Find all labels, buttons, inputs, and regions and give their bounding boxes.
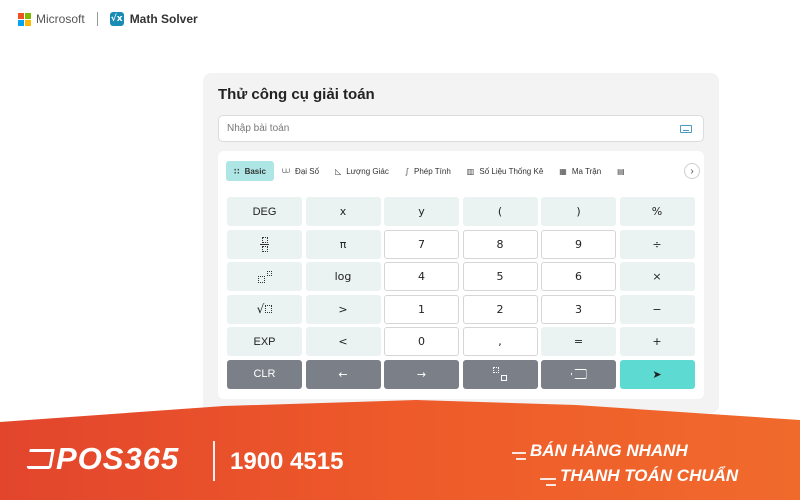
keypad-grid: DEG x y ( ) % π 7 8 9 ÷ log 4 5 6 × √ > … [227, 197, 695, 389]
select-icon [493, 367, 507, 381]
tab-label: Basic [244, 166, 266, 176]
tab-matrix[interactable]: ▦ Ma Trận [551, 161, 609, 181]
key-equals[interactable]: = [541, 327, 616, 356]
arrow-right-icon: → [416, 367, 427, 381]
tab-label: Số Liệu Thống Kê [479, 166, 544, 176]
key-left-paren[interactable]: ( [462, 197, 538, 226]
key-select[interactable] [462, 359, 538, 389]
key-3[interactable]: 3 [541, 294, 616, 324]
tab-label: Đại Số [295, 166, 320, 176]
speed-line [512, 452, 526, 454]
speed-line [540, 478, 556, 480]
fraction-icon [260, 236, 269, 252]
algebra-icon: ⩊ [281, 166, 291, 175]
key-clear[interactable]: CLR [227, 359, 302, 389]
tab-statistics[interactable]: ▥ Số Liệu Thống Kê [459, 161, 551, 181]
category-tabs: ∷ Basic ⩊ Đại Số ◺ Lượng Giác ∫ Phép Tín… [226, 160, 686, 182]
pos365-logo: POS365 [28, 441, 179, 477]
tab-trigonometry[interactable]: ◺ Lượng Giác [327, 161, 397, 181]
cart-icon [28, 447, 54, 471]
tab-calculus[interactable]: ∫ Phép Tính [397, 161, 459, 181]
header-divider [96, 12, 98, 26]
banner-slogan-line2: THANH TOÁN CHUẨN [560, 466, 739, 485]
key-multiply[interactable]: × [619, 262, 695, 291]
banner-divider [213, 441, 215, 481]
math-solver-icon[interactable]: √x [109, 12, 124, 26]
key-0[interactable]: 0 [384, 327, 459, 356]
tab-algebra[interactable]: ⩊ Đại Số [274, 161, 327, 181]
matrix-icon: ▦ [559, 166, 567, 176]
key-right-paren[interactable]: ) [541, 197, 616, 226]
top-header: Microsoft √x Math Solver [18, 9, 198, 29]
key-comma[interactable]: , [462, 327, 538, 356]
calculus-icon: ∫ [404, 166, 410, 176]
key-divide[interactable]: ÷ [619, 229, 695, 259]
sqrt-icon: √ [257, 302, 273, 316]
banner-hotline: 1900 4515 [230, 448, 344, 475]
key-submit[interactable]: ➤ [619, 359, 695, 389]
key-power[interactable] [227, 262, 302, 291]
key-x[interactable]: x [305, 197, 381, 226]
key-backspace[interactable] [541, 359, 616, 389]
key-y[interactable]: y [384, 197, 459, 226]
microsoft-logo-icon[interactable] [18, 12, 31, 26]
more-icon: ▤ [617, 166, 625, 176]
tab-basic[interactable]: ∷ Basic [226, 161, 274, 181]
tabs-next-button[interactable]: › [684, 163, 700, 179]
key-2[interactable]: 2 [462, 294, 538, 324]
tab-label: Ma Trận [571, 166, 602, 176]
key-8[interactable]: 8 [462, 229, 538, 259]
key-exp[interactable]: EXP [227, 327, 302, 356]
tabs-fade [658, 160, 680, 182]
power-icon [257, 270, 272, 283]
key-less-than[interactable]: < [305, 327, 381, 356]
backspace-icon [570, 369, 587, 379]
key-6[interactable]: 6 [541, 262, 616, 291]
key-9[interactable]: 9 [541, 229, 616, 259]
keyboard-icon[interactable] [680, 125, 692, 133]
key-minus[interactable]: − [619, 294, 695, 324]
arrow-left-icon: ← [338, 367, 348, 381]
statistics-icon: ▥ [466, 166, 475, 176]
key-5[interactable]: 5 [462, 262, 538, 291]
key-cursor-right[interactable]: → [384, 359, 459, 389]
key-sqrt[interactable]: √ [227, 294, 302, 324]
tab-label: Phép Tính [414, 166, 451, 176]
tab-label: Lượng Giác [346, 166, 389, 176]
basic-icon: ∷ [234, 166, 240, 176]
key-4[interactable]: 4 [384, 262, 459, 291]
key-7[interactable]: 7 [384, 229, 459, 259]
math-solver-panel: Thử công cụ giải toán Nhập bài toán ∷ Ba… [203, 73, 719, 413]
tab-more[interactable]: ▤ [609, 161, 638, 181]
calculator-keypad: ∷ Basic ⩊ Đại Số ◺ Lượng Giác ∫ Phép Tín… [218, 151, 704, 399]
key-percent[interactable]: % [619, 197, 695, 226]
speed-line [516, 458, 526, 460]
chevron-right-icon: › [690, 165, 694, 177]
key-cursor-left[interactable]: ← [305, 359, 381, 389]
microsoft-brand-text[interactable]: Microsoft [36, 12, 85, 26]
banner-brand: POS365 [56, 441, 180, 476]
key-fraction[interactable] [227, 229, 302, 259]
key-log[interactable]: log [305, 262, 381, 291]
trigonometry-icon: ◺ [335, 166, 342, 176]
key-deg[interactable]: DEG [227, 197, 302, 226]
send-icon: ➤ [652, 367, 662, 381]
app-name[interactable]: Math Solver [130, 12, 198, 26]
problem-input-placeholder: Nhập bài toán [227, 123, 290, 134]
banner-slogan-line1: BÁN HÀNG NHANH [530, 441, 688, 460]
key-pi[interactable]: π [305, 229, 381, 259]
panel-title: Thử công cụ giải toán [218, 86, 375, 103]
key-1[interactable]: 1 [384, 294, 459, 324]
key-plus[interactable]: + [619, 327, 695, 356]
key-greater-than[interactable]: > [305, 294, 381, 324]
problem-input[interactable]: Nhập bài toán [218, 115, 704, 142]
speed-line [546, 484, 556, 486]
